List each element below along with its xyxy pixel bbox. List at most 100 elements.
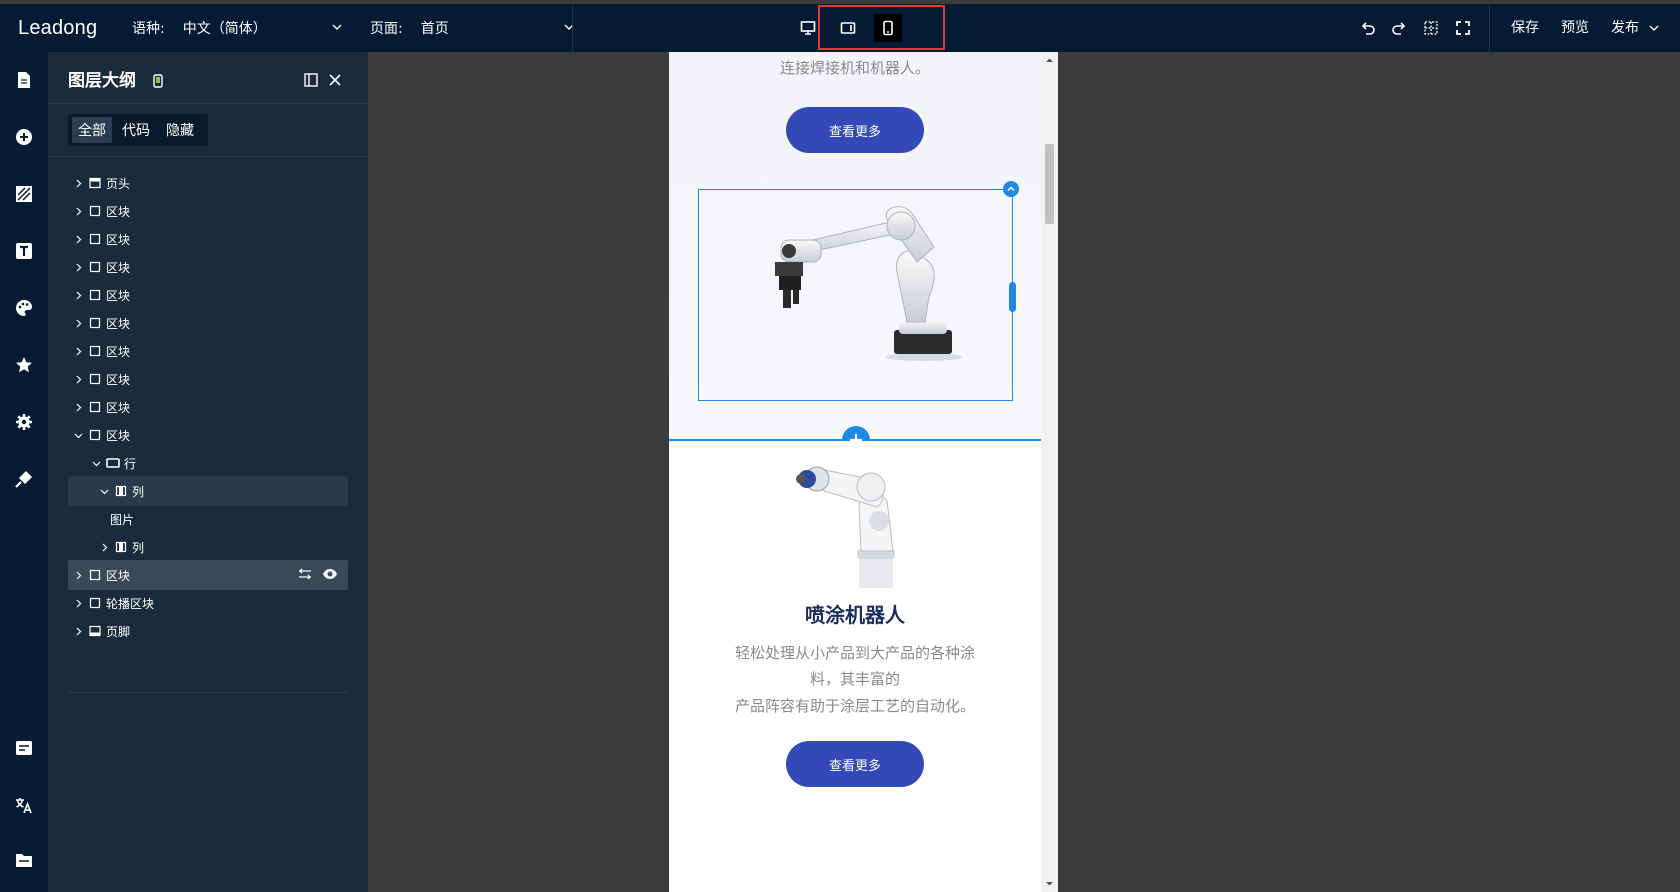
chevron-right-icon[interactable] — [72, 289, 84, 301]
add-element-button[interactable] — [12, 125, 36, 149]
layer-tree-item[interactable]: 区块 — [68, 308, 348, 338]
language-select[interactable]: 语种: 中文（简体） — [132, 4, 342, 52]
layer-tree-item[interactable]: 区块 — [68, 392, 348, 422]
tablet-view-button[interactable] — [834, 14, 862, 42]
redo-button[interactable] — [1389, 18, 1409, 38]
chevron-down-icon — [332, 24, 342, 30]
undo-button[interactable] — [1358, 18, 1378, 38]
view-more-button[interactable]: 查看更多 — [786, 107, 924, 153]
layer-tree-item[interactable]: 区块 — [68, 420, 348, 450]
chevron-right-icon[interactable] — [72, 345, 84, 357]
layer-tree-item[interactable]: 列 — [68, 476, 348, 506]
language-value: 中文（简体） — [182, 21, 267, 37]
chevron-right-icon[interactable] — [72, 373, 84, 385]
layer-tree-item[interactable]: 区块 — [68, 196, 348, 226]
undo-icon — [1361, 22, 1375, 35]
fullscreen-icon — [1456, 21, 1470, 35]
view-more-button[interactable]: 查看更多 — [786, 741, 924, 787]
text-button[interactable] — [12, 239, 36, 263]
favorites-button[interactable] — [12, 353, 36, 377]
adjust-icon[interactable] — [298, 567, 312, 581]
scroll-down-arrow-icon[interactable] — [1045, 879, 1054, 888]
tab-code[interactable]: 代码 — [116, 117, 156, 143]
files-button[interactable] — [12, 848, 36, 872]
collapse-handle[interactable] — [1003, 181, 1019, 197]
publish-button[interactable]: 发布 — [1611, 4, 1659, 52]
settings-button[interactable] — [12, 410, 36, 434]
preview-section[interactable]: 连接焊接机和机器人。 查看更多 — [669, 52, 1041, 440]
close-panel-button[interactable] — [328, 72, 342, 91]
block-icon — [88, 260, 102, 274]
top-toolbar: Leadong 语种: 中文（简体） 页面: 首页 保存 预览 发布 — [0, 4, 1680, 52]
plugins-button[interactable] — [12, 467, 36, 491]
resize-handle[interactable] — [1009, 282, 1016, 312]
layer-tree-item[interactable]: 区块 — [68, 336, 348, 366]
mobile-view-button[interactable] — [874, 14, 902, 42]
chevron-right-icon[interactable] — [72, 569, 84, 581]
page-select[interactable]: 页面: 首页 — [370, 4, 574, 52]
block-icon — [88, 204, 102, 218]
layer-tree-item[interactable]: 图片 — [68, 504, 348, 534]
layer-tree-item[interactable]: 页头 — [68, 168, 348, 198]
chevron-right-icon[interactable] — [72, 597, 84, 609]
document-icon — [18, 72, 30, 88]
filter-tabs: 全部 代码 隐藏 — [68, 114, 208, 146]
layer-tree-item[interactable]: 区块 — [68, 224, 348, 254]
header-icon — [88, 176, 102, 190]
layer-tree-label: 区块 — [106, 316, 131, 331]
dock-panel-button[interactable] — [304, 72, 318, 91]
chevron-right-icon[interactable] — [72, 205, 84, 217]
footer-icon — [88, 624, 102, 638]
grid-button[interactable] — [1421, 18, 1441, 38]
layer-tree-item[interactable]: 区块 — [68, 364, 348, 394]
preview-section[interactable]: 喷涂机器人 轻松处理从小产品到大产品的各种涂 料，其丰富的 产品阵容有助于涂层工… — [669, 441, 1041, 892]
section-paragraph: 连接焊接机和机器人。 — [779, 59, 930, 77]
layer-tree-item[interactable]: 区块 — [68, 560, 348, 590]
theme-button[interactable] — [12, 296, 36, 320]
tab-all[interactable]: 全部 — [72, 117, 112, 143]
chevron-right-icon[interactable] — [98, 541, 110, 553]
app-logo: Leadong — [18, 17, 98, 39]
toolbar-divider — [572, 4, 573, 52]
redo-icon — [1392, 22, 1406, 35]
save-button[interactable]: 保存 — [1511, 4, 1539, 52]
layer-tree-label: 区块 — [106, 232, 131, 247]
layer-tree-label: 列 — [132, 540, 145, 555]
grid-icon — [1424, 21, 1438, 35]
scrollbar-thumb[interactable] — [1045, 144, 1054, 224]
layer-tree-item[interactable]: 区块 — [68, 280, 348, 310]
layer-tree-item[interactable]: 行 — [68, 448, 348, 478]
chevron-down-icon[interactable] — [72, 429, 84, 441]
layer-tree-label: 图片 — [110, 512, 135, 527]
pages-button[interactable] — [12, 68, 36, 92]
close-icon — [329, 74, 341, 86]
forms-button[interactable] — [12, 736, 36, 760]
section-title: 喷涂机器人 — [805, 603, 905, 627]
chevron-right-icon[interactable] — [72, 625, 84, 637]
layer-tree-item[interactable]: 页脚 — [68, 616, 348, 646]
chevron-down-icon[interactable] — [98, 485, 110, 497]
chevron-right-icon[interactable] — [72, 177, 84, 189]
chevron-right-icon[interactable] — [72, 317, 84, 329]
preview-button[interactable]: 预览 — [1561, 4, 1589, 52]
preview-scrollbar[interactable] — [1041, 52, 1058, 892]
block-icon — [88, 568, 102, 582]
eye-icon[interactable] — [322, 567, 338, 581]
layer-tree-item[interactable]: 列 — [68, 532, 348, 562]
media-button[interactable] — [12, 182, 36, 206]
translate-button[interactable] — [12, 793, 36, 817]
language-label: 语种: — [132, 21, 165, 37]
chevron-down-icon[interactable] — [90, 457, 102, 469]
layer-tree-item[interactable]: 区块 — [68, 252, 348, 282]
block-icon — [88, 232, 102, 246]
chevron-right-icon[interactable] — [72, 401, 84, 413]
star-icon — [16, 357, 32, 373]
layer-tree-item[interactable]: 轮播区块 — [68, 588, 348, 618]
chevron-right-icon[interactable] — [72, 261, 84, 273]
scroll-up-arrow-icon[interactable] — [1045, 56, 1054, 65]
selected-image-outline[interactable] — [698, 189, 1013, 401]
tab-hidden[interactable]: 隐藏 — [160, 117, 200, 143]
folder-icon — [16, 854, 32, 867]
chevron-right-icon[interactable] — [72, 233, 84, 245]
fullscreen-button[interactable] — [1453, 18, 1473, 38]
